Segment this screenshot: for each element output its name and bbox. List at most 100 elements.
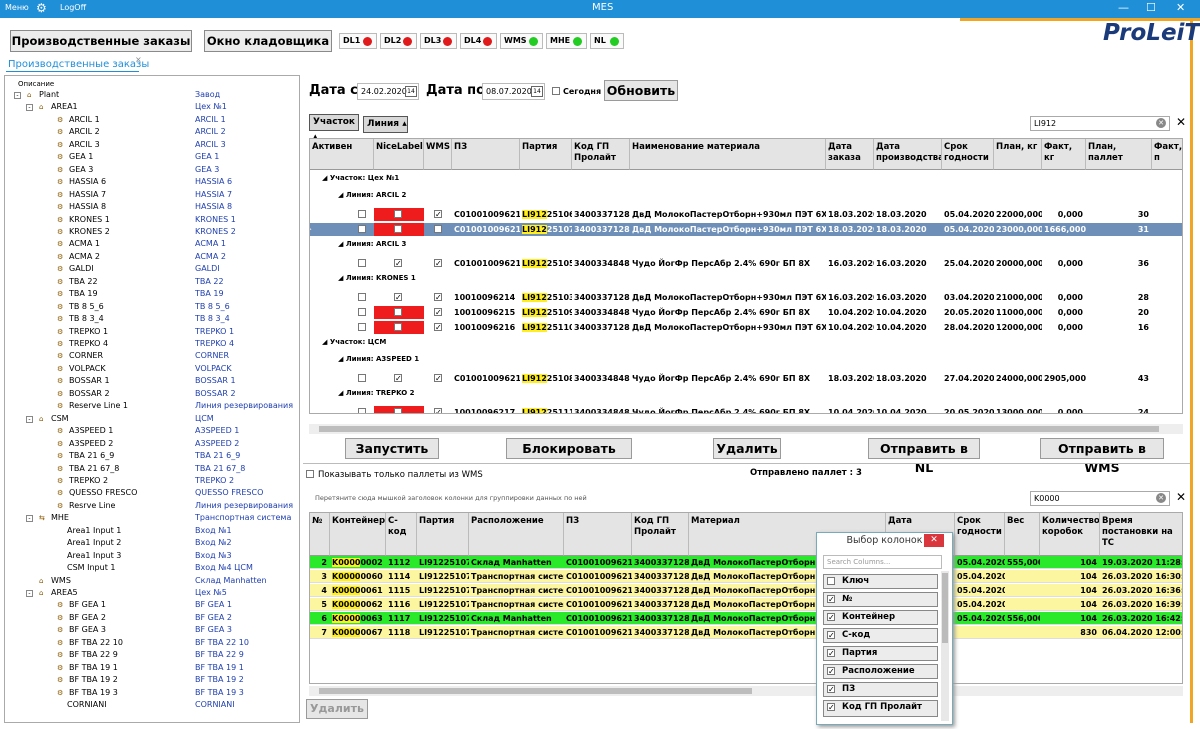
group-row[interactable]: ◢ Линия: ARCIL 2 [338,189,406,202]
column-option-checkbox[interactable]: ✓ [827,667,835,676]
tree-node[interactable]: ⚙ HASSIA 6 HASSIA 6 [5,176,299,189]
column-header[interactable]: Активен [310,139,374,170]
tree-node[interactable]: - ⌂ AREA1 Цех №1 [5,101,299,114]
expand-toggle-icon[interactable]: - [26,104,33,112]
tree-node[interactable]: ⌂ WMS Склад Manhatten [5,575,299,588]
send-to-wms-button[interactable]: Отправить в WMS [1040,438,1164,475]
date-from-field[interactable]: 24.02.2020 14 [357,83,419,100]
tree-node[interactable]: ⚙ GEA 1 GEA 1 [5,151,299,164]
tree-node[interactable]: Area1 Input 2 Вход №2 [5,537,299,550]
tree-node[interactable]: - ⌂ Plant Завод [5,89,299,102]
tree-node[interactable]: ⚙ KRONES 2 KRONES 2 [5,226,299,239]
group-chip-line[interactable]: Линия ▴ [363,116,408,133]
nicelabel-checkbox[interactable]: ✓ [394,293,402,302]
maximize-icon[interactable]: ☐ [1146,1,1156,14]
tree-node[interactable]: ⚙ Reserve Line 1 Линия резервирования [5,400,299,413]
tree-node[interactable]: ⚙ TREPKO 2 TREPKO 2 [5,475,299,488]
tree-node[interactable]: ⚙ ACMA 2 ACMA 2 [5,251,299,264]
tree-node[interactable]: ⚙ TBA 21 6_9 TBA 21 6_9 [5,450,299,463]
close-search-icon[interactable]: ✕ [1176,115,1186,129]
tree-node[interactable]: ⚙ BF TBA 19 3 BF TBA 19 3 [5,687,299,700]
tree-node[interactable]: ⚙ A3SPEED 1 A3SPEED 1 [5,425,299,438]
column-option[interactable]: ✓ ПЗ [823,682,938,697]
expand-toggle-icon[interactable]: - [26,590,33,597]
group-row[interactable]: ◢ Линия: TREPKO 2 [338,387,414,400]
expand-toggle-icon[interactable]: - [26,515,33,523]
tree-node[interactable]: ⚙ ARCIL 2 ARCIL 2 [5,126,299,139]
tree-node[interactable]: ⚙ BF TBA 22 10 BF TBA 22 10 [5,637,299,650]
table-row[interactable]: 7 K00000067 1118 LI91225107 Транспортная сис… [310,626,1182,639]
tree-node[interactable]: ⚙ TBA 21 67_8 TBA 21 67_8 [5,463,299,476]
nicelabel-checkbox[interactable] [394,323,402,331]
column-header[interactable]: NiceLabel [374,139,424,170]
today-checkbox[interactable] [552,87,560,95]
start-button[interactable]: Запустить [345,438,439,459]
column-header[interactable]: Расположение [469,513,564,556]
active-checkbox[interactable] [358,308,366,316]
delete-order-button[interactable]: Удалить [713,438,781,459]
upper-search-input[interactable]: LI912 ✕ [1030,116,1170,131]
send-to-nl-button[interactable]: Отправить в NL [868,438,980,475]
column-option-checkbox[interactable]: ✓ [827,613,835,622]
column-header[interactable]: ПЗ [452,139,520,170]
tree-node[interactable]: ⚙ BF GEA 1 BF GEA 1 [5,599,299,612]
tree-node[interactable]: ⚙ BOSSAR 1 BOSSAR 1 [5,375,299,388]
block-button[interactable]: Блокировать [506,438,632,459]
nicelabel-checkbox[interactable] [394,210,402,218]
nicelabel-checkbox[interactable] [394,408,402,413]
nicelabel-checkbox[interactable]: ✓ [394,374,402,383]
column-option-checkbox[interactable] [827,577,835,585]
column-option[interactable]: ✓ Код ГП Пролайт [823,700,938,717]
tree-node[interactable]: ⚙ TREPKO 4 TREPKO 4 [5,338,299,351]
logoff-button[interactable]: LogOff [60,3,86,12]
table-row[interactable]: 4 K00000061 1115 LI91225107 Транспортная сис… [310,584,1182,597]
table-row[interactable]: 6 K00000063 1117 LI91225107 Склад Manhatten C… [310,612,1182,625]
column-option-checkbox[interactable]: ✓ [827,703,835,712]
wms-checkbox[interactable]: ✓ [434,293,442,302]
column-option-checkbox[interactable]: ✓ [827,595,835,604]
table-row[interactable]: 2 K00000002 1112 LI91225107 Склад Manhatten C… [310,556,1182,569]
column-header[interactable]: Партия [417,513,469,556]
tree-node[interactable]: CSM Input 1 Вход №4 ЦСМ [5,562,299,575]
group-row[interactable]: ◢ Линия: A3SPEED 1 [338,353,419,366]
tree-node[interactable]: ⚙ ARCIL 1 ARCIL 1 [5,114,299,127]
tree-node[interactable]: ⚙ BF GEA 2 BF GEA 2 [5,612,299,625]
group-row[interactable]: ◢ Линия: ARCIL 3 [338,238,406,251]
wms-checkbox[interactable]: ✓ [434,225,442,234]
lower-search-input[interactable]: K0000 ✕ [1030,491,1170,506]
table-row[interactable]: ✓ 10010096216 LI91225110 34003371284 ДвД Мол… [310,321,1182,334]
table-row[interactable]: 5 K00000062 1116 LI91225107 Транспортная сис… [310,598,1182,611]
column-header[interactable]: Партия [520,139,572,170]
tree-node[interactable]: ⚙ QUESSO FRESCO QUESSO FRESCO [5,487,299,500]
column-header[interactable]: Код ГП Пролайт [572,139,630,170]
wms-checkbox[interactable]: ✓ [434,323,442,332]
group-toggle-icon[interactable]: ◢ [338,274,346,282]
table-row[interactable]: ✓ C010010096214 LI91225106 34003371284 ДвД М… [310,208,1182,221]
group-toggle-icon[interactable]: ◢ [322,338,330,346]
active-checkbox[interactable] [358,225,366,233]
group-by-hint[interactable]: Перетяните сюда мышкой заголовок колонки… [315,494,587,502]
column-header[interactable]: Факт, п [1152,139,1182,170]
group-toggle-icon[interactable]: ◢ [338,191,346,199]
tree-node[interactable]: ⚙ TB 8 3_4 TB 8 3_4 [5,313,299,326]
refresh-button[interactable]: Обновить [604,80,678,101]
column-header[interactable]: Факт, кг [1042,139,1086,170]
active-checkbox[interactable] [358,408,366,413]
group-toggle-icon[interactable]: ◢ [322,174,330,182]
tree-node[interactable]: ⚙ BOSSAR 2 BOSSAR 2 [5,388,299,401]
column-header[interactable]: Наименование материала [630,139,826,170]
table-row[interactable]: ✓ ✓ 10010096214 LI91225103 34003371284 ДвД Мо… [310,291,1182,304]
group-chip-area[interactable]: Участок ▴ [309,114,359,142]
tree-node[interactable]: ⚙ HASSIA 7 HASSIA 7 [5,189,299,202]
group-toggle-icon[interactable]: ◢ [338,355,346,363]
table-row[interactable]: ✓ 10010096217 LI91225111 34003348484 Чудо Йо… [310,406,1182,413]
column-header[interactable]: Вес [1005,513,1040,556]
nicelabel-checkbox[interactable] [394,308,402,316]
production-orders-button[interactable]: Производственные заказы [10,30,192,52]
column-header[interactable]: Контейнер [330,513,386,556]
tree-node[interactable]: ⚙ KRONES 1 KRONES 1 [5,214,299,227]
column-option-checkbox[interactable]: ✓ [827,649,835,658]
clear-search-icon[interactable]: ✕ [1156,118,1166,128]
column-header[interactable]: План, паллет [1086,139,1152,170]
column-option-checkbox[interactable]: ✓ [827,685,835,694]
